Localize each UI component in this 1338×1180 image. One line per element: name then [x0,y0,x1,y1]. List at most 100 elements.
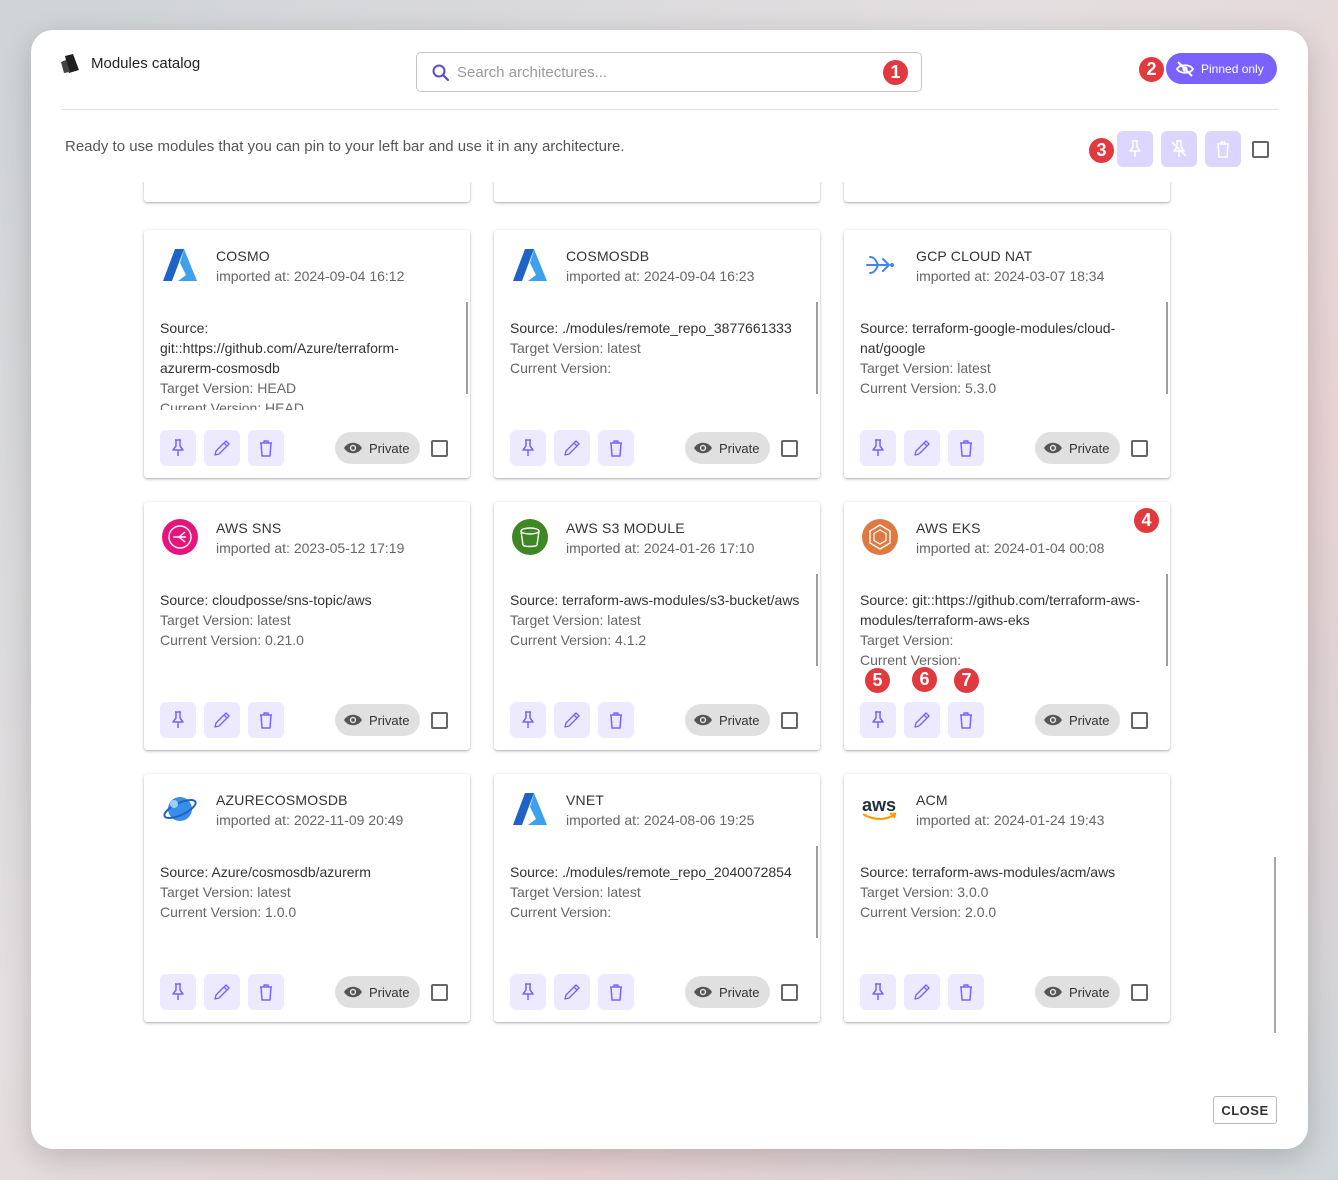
module-current-version: Current Version: [860,652,962,668]
eye-icon [344,714,362,726]
pin-button[interactable] [860,430,896,466]
pencil-icon [914,984,930,1000]
details-scrollbar[interactable] [1166,574,1168,666]
edit-button[interactable] [554,430,590,466]
edit-button[interactable] [204,430,240,466]
edit-button[interactable] [204,974,240,1010]
module-select-checkbox[interactable] [1131,440,1148,457]
module-current-version: Current Version: 4.1.2 [510,632,647,648]
bulk-delete-button[interactable] [1205,131,1241,167]
module-details: Source: ./modules/remote_repo_2040072854… [510,862,800,954]
module-current-version: Current Version: 1.0.0 [160,904,297,920]
module-select-checkbox[interactable] [781,984,798,1001]
details-scrollbar[interactable] [816,574,818,666]
visibility-chip[interactable]: Private [1035,976,1120,1008]
visibility-chip[interactable]: Private [1035,432,1120,464]
module-import-date: imported at: 2024-01-26 17:10 [566,540,755,556]
edit-button[interactable] [904,430,940,466]
module-card: aws ACM imported at: 2024-01-24 19:43 So… [844,774,1170,1022]
pin-button[interactable] [860,974,896,1010]
eye-icon [344,442,362,454]
module-select-checkbox[interactable] [431,712,448,729]
trash-icon [960,984,972,1001]
pin-button[interactable] [160,702,196,738]
trash-icon [260,440,272,457]
pin-button[interactable] [510,702,546,738]
delete-button[interactable] [598,974,634,1010]
module-select-checkbox[interactable] [431,984,448,1001]
bulk-pin-button[interactable] [1117,131,1153,167]
module-select-checkbox[interactable] [781,712,798,729]
details-scrollbar[interactable] [816,846,818,938]
delete-button[interactable] [598,430,634,466]
delete-button[interactable] [248,430,284,466]
visibility-chip[interactable]: Private [685,704,770,736]
delete-button[interactable] [948,430,984,466]
catalog-scrollbar[interactable] [1274,857,1276,1033]
bulk-unpin-button[interactable] [1161,131,1197,167]
trash-icon [260,984,272,1001]
close-button[interactable]: CLOSE [1213,1096,1277,1124]
module-select-checkbox[interactable] [1131,984,1148,1001]
pinned-only-toggle[interactable]: Pinned only [1166,53,1277,84]
edit-button[interactable] [904,974,940,1010]
visibility-chip[interactable]: Private [1035,704,1120,736]
module-import-date: imported at: 2024-09-04 16:23 [566,268,755,284]
edit-button[interactable] [904,702,940,738]
visibility-chip[interactable]: Private [685,976,770,1008]
search-box[interactable] [416,52,922,92]
pencil-icon [564,712,580,728]
pencil-icon [214,712,230,728]
select-all-checkbox[interactable] [1252,141,1269,158]
details-scrollbar[interactable] [1166,302,1168,394]
pin-button[interactable] [860,702,896,738]
module-source: Source: Azure/cosmosdb/azurerm [160,864,371,880]
pin-button[interactable] [510,430,546,466]
module-details: Source: Azure/cosmosdb/azurerm Target Ve… [160,862,450,954]
visibility-chip[interactable]: Private [335,704,420,736]
module-select-checkbox[interactable] [1131,712,1148,729]
pin-button[interactable] [510,974,546,1010]
visibility-chip[interactable]: Private [335,432,420,464]
module-select-checkbox[interactable] [431,440,448,457]
search-input[interactable] [457,61,857,83]
annotation-badge-6: 6 [910,665,939,694]
delete-button[interactable] [948,974,984,1010]
module-details: Source: terraform-aws-modules/acm/aws Ta… [860,862,1150,954]
details-scrollbar[interactable] [816,302,818,394]
edit-button[interactable] [554,702,590,738]
visibility-chip[interactable]: Private [335,976,420,1008]
module-current-version: Current Version: [510,360,612,376]
module-card-partial [144,182,470,202]
module-card: GCP CLOUD NAT imported at: 2024-03-07 18… [844,230,1170,478]
module-target-version: Target Version: latest [160,884,291,900]
pin-icon [872,711,884,728]
pin-button[interactable] [160,430,196,466]
module-import-date: imported at: 2023-05-12 17:19 [216,540,405,556]
delete-button[interactable] [248,974,284,1010]
trash-icon [610,440,622,457]
svg-text:aws: aws [862,795,896,815]
module-card: AZURECOSMOSDB imported at: 2022-11-09 20… [144,774,470,1022]
module-source: Source: git::https://github.com/terrafor… [860,592,1141,628]
annotation-badge-5: 5 [863,666,892,695]
module-import-date: imported at: 2024-03-07 18:34 [916,268,1105,284]
eye-icon [1044,714,1062,726]
pin-icon [1129,140,1141,157]
pin-icon [172,711,184,728]
delete-button[interactable] [248,702,284,738]
delete-button[interactable] [948,702,984,738]
eye-icon [694,714,712,726]
eye-icon [694,986,712,998]
trash-icon [610,712,622,729]
pin-button[interactable] [160,974,196,1010]
edit-button[interactable] [204,702,240,738]
aws-logo-icon: aws [861,790,899,828]
details-scrollbar[interactable] [466,302,468,394]
annotation-badge-1: 1 [881,58,910,87]
module-import-date: imported at: 2024-09-04 16:12 [216,268,405,284]
edit-button[interactable] [554,974,590,1010]
visibility-chip[interactable]: Private [685,432,770,464]
module-select-checkbox[interactable] [781,440,798,457]
delete-button[interactable] [598,702,634,738]
